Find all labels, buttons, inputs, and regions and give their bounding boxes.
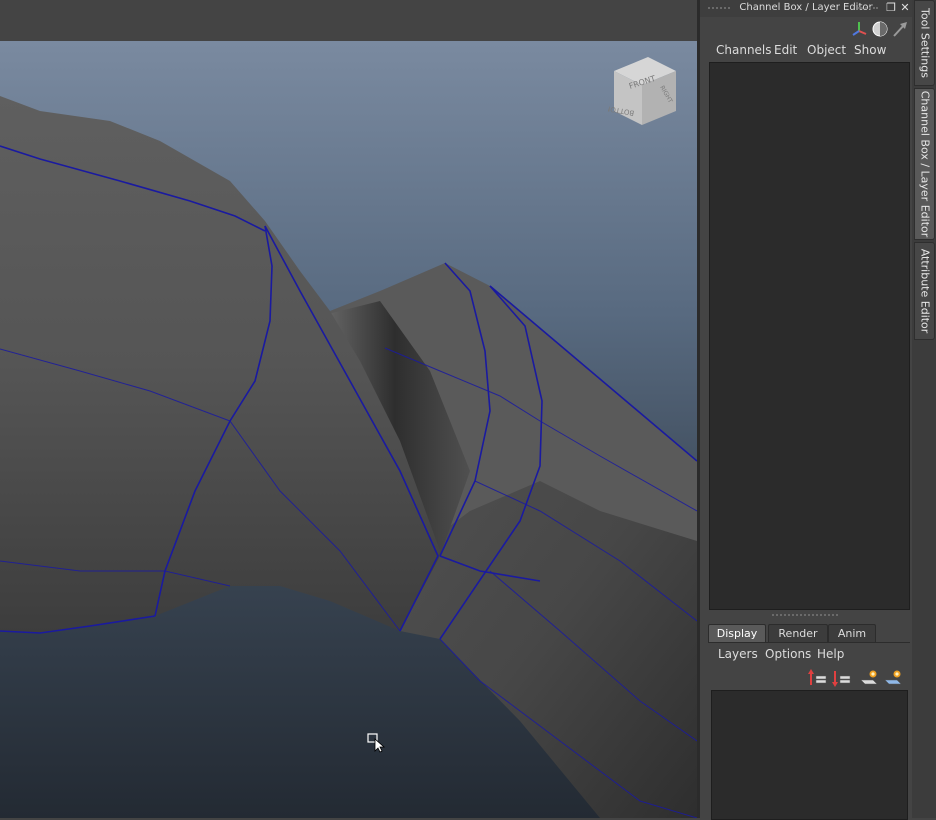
- side-tab-attribute-editor[interactable]: Attribute Editor: [914, 242, 935, 340]
- panel-title-bar: Channel Box / Layer Editor ❐ ✕: [700, 0, 912, 17]
- side-tab-label: Tool Settings: [918, 8, 931, 78]
- side-tab-tool-settings[interactable]: Tool Settings: [914, 0, 935, 86]
- 3d-viewport[interactable]: FRONT RIGHT BOTTOM: [0, 41, 697, 818]
- layers-list-area[interactable]: [711, 690, 908, 820]
- shading-icon[interactable]: [871, 20, 889, 38]
- viewport-header-bar: [0, 0, 697, 42]
- menu-object[interactable]: Object: [807, 43, 846, 57]
- close-icon[interactable]: ✕: [899, 2, 911, 14]
- view-cube[interactable]: FRONT RIGHT BOTTOM: [608, 53, 680, 133]
- layer-editor-menubar: Layers Options Help: [700, 647, 912, 663]
- mouse-cursor-icon: [367, 733, 386, 753]
- side-tab-channel-box[interactable]: Channel Box / Layer Editor: [914, 88, 935, 240]
- panel-title: Channel Box / Layer Editor: [739, 2, 873, 13]
- axes-icon[interactable]: [850, 20, 868, 38]
- side-tab-label: Channel Box / Layer Editor: [918, 90, 931, 238]
- new-layer-icon[interactable]: [859, 668, 879, 688]
- channel-box-panel: Channel Box / Layer Editor ❐ ✕ Channels …: [700, 0, 912, 820]
- menu-edit[interactable]: Edit: [774, 43, 797, 57]
- mesh-render: [0, 96, 697, 818]
- tab-render[interactable]: Render: [768, 624, 828, 643]
- tab-underline: [708, 642, 910, 643]
- drag-handle-icon[interactable]: [858, 7, 878, 9]
- pane-split-handle[interactable]: [772, 614, 838, 616]
- side-tab-label: Attribute Editor: [918, 248, 931, 334]
- tab-display[interactable]: Display: [708, 624, 766, 643]
- menu-channels[interactable]: Channels: [716, 43, 772, 57]
- move-layer-down-icon[interactable]: [832, 668, 852, 688]
- menu-show[interactable]: Show: [854, 43, 886, 57]
- side-tab-strip: Tool Settings Channel Box / Layer Editor…: [912, 0, 936, 818]
- new-layer-selected-icon[interactable]: [883, 668, 903, 688]
- channel-box-area[interactable]: [709, 62, 910, 610]
- channel-box-menubar: Channels Edit Object Show: [700, 43, 912, 59]
- float-window-icon[interactable]: ❐: [885, 2, 897, 14]
- menu-help[interactable]: Help: [817, 647, 844, 661]
- menu-options[interactable]: Options: [765, 647, 811, 661]
- move-layer-up-icon[interactable]: [808, 668, 828, 688]
- tab-anim[interactable]: Anim: [828, 624, 876, 643]
- pointer-arrow-icon[interactable]: [891, 20, 909, 38]
- menu-layers[interactable]: Layers: [718, 647, 758, 661]
